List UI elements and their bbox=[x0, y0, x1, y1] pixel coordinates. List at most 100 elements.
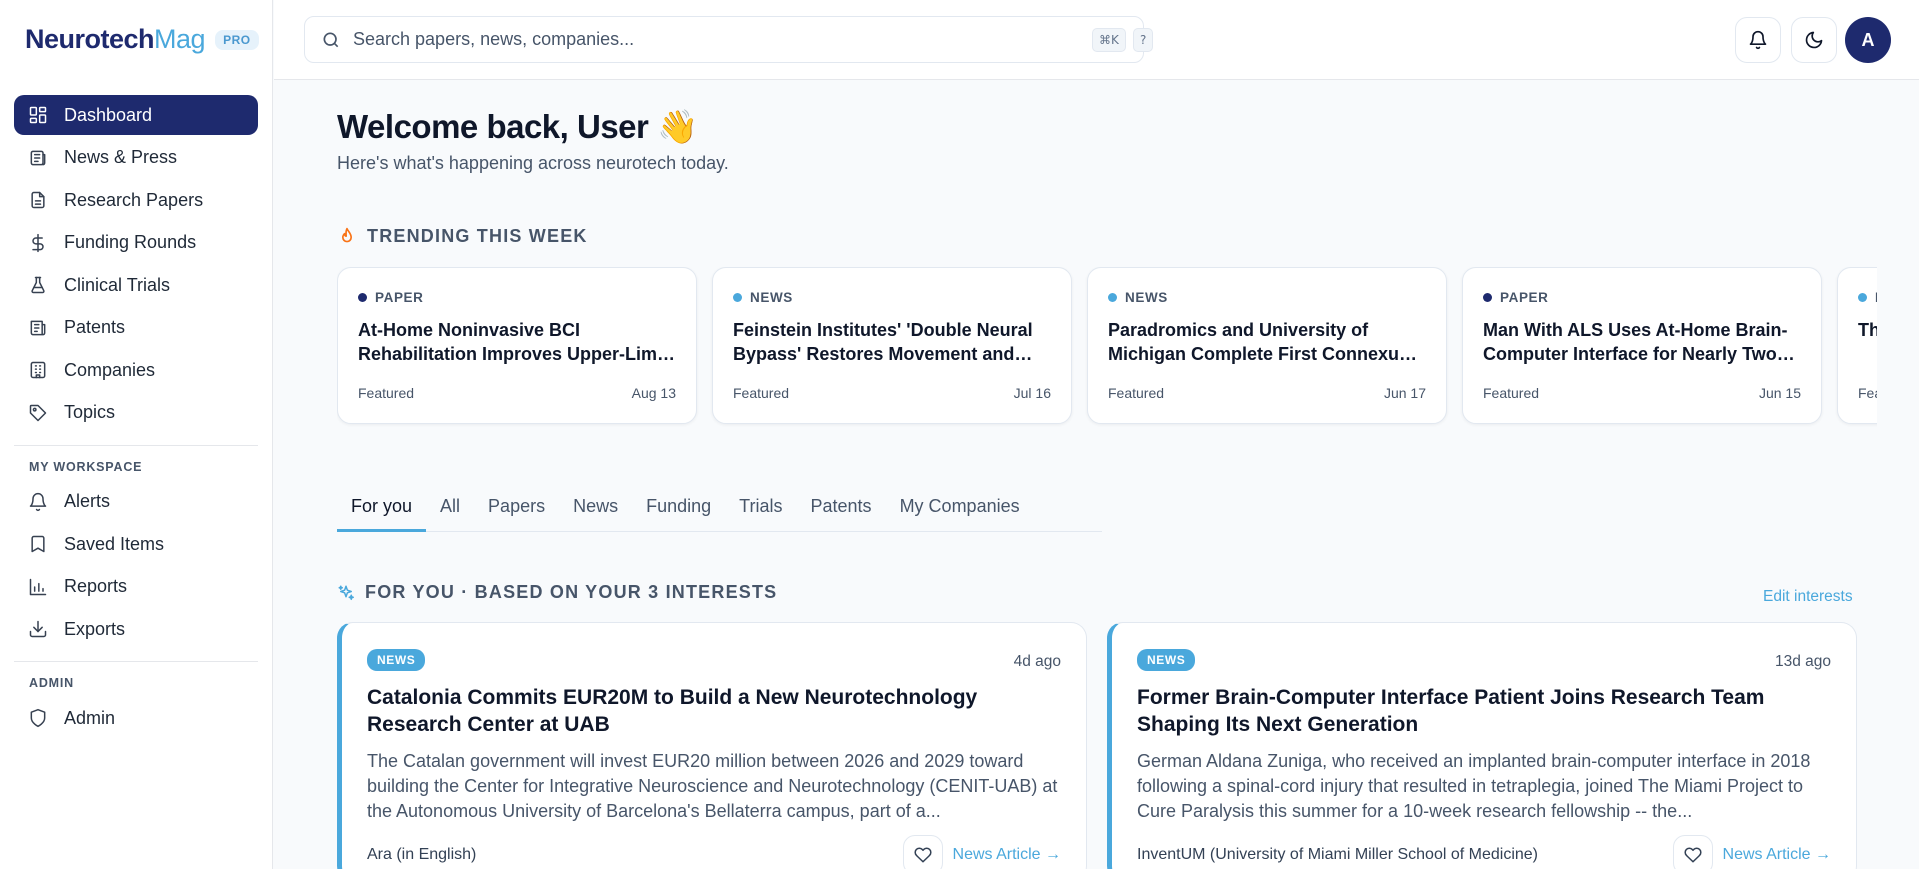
tab-trials[interactable]: Trials bbox=[725, 483, 796, 532]
moon-icon bbox=[1805, 31, 1823, 49]
card-title: Feinstein Institutes' 'Double Neural Byp… bbox=[733, 320, 1033, 364]
patent-icon bbox=[30, 320, 46, 335]
tab-all[interactable]: All bbox=[426, 483, 474, 532]
bookmark-icon bbox=[31, 535, 45, 553]
tab-my-companies[interactable]: My Companies bbox=[886, 483, 1034, 532]
for-you-header: FOR YOU · BASED ON YOUR 3 INTERESTS bbox=[337, 582, 777, 603]
card-type: PAPER bbox=[1483, 290, 1801, 305]
sidebar-item-label: News & Press bbox=[64, 147, 178, 167]
newspaper-icon bbox=[30, 150, 46, 165]
article-card[interactable]: NEWS 13d ago Former Brain-Computer Inter… bbox=[1107, 622, 1857, 869]
trending-card[interactable]: PAPER At-Home Noninvasive BCI Rehabilita… bbox=[337, 267, 697, 424]
for-you-title: FOR YOU · BASED ON YOUR 3 INTERESTS bbox=[365, 582, 778, 602]
card-tag: Featured bbox=[733, 385, 790, 401]
article-actions: News Article → bbox=[902, 835, 1061, 869]
tab-news[interactable]: News bbox=[559, 483, 632, 532]
trending-card[interactable]: PAPER Man With ALS Uses At-Home Brain-Co… bbox=[1462, 267, 1822, 424]
edit-interests-link[interactable]: Edit interests bbox=[1763, 588, 1853, 606]
sidebar-item-label: Alerts bbox=[64, 491, 111, 511]
sidebar-item-reports[interactable]: Reports bbox=[14, 567, 258, 607]
article-footer: Ara (in English) News Article → bbox=[367, 835, 1061, 869]
article-source: InventUM (University of Miami Miller Sch… bbox=[1137, 846, 1538, 863]
sidebar-item-alerts[interactable]: Alerts bbox=[14, 482, 258, 522]
sidebar-item-funding-rounds[interactable]: Funding Rounds bbox=[14, 223, 258, 263]
article-card[interactable]: NEWS 4d ago Catalonia Commits EUR20M to … bbox=[337, 622, 1087, 869]
card-tag: Featured bbox=[1108, 385, 1165, 401]
page-subtitle: Here's what's happening across neurotech… bbox=[337, 153, 729, 173]
sidebar-item-label: Saved Items bbox=[64, 533, 165, 554]
card-type: NEWS bbox=[733, 290, 1051, 305]
article-summary: German Aldana Zuniga, who received an im… bbox=[1137, 751, 1811, 821]
search-input[interactable] bbox=[353, 29, 1053, 50]
save-article-button[interactable] bbox=[1672, 835, 1713, 869]
article-title[interactable]: Former Brain-Computer Interface Patient … bbox=[1137, 684, 1831, 738]
news-dot-icon bbox=[733, 293, 742, 302]
sidebar-nav: Dashboard News & Press Research Papers F… bbox=[14, 95, 258, 741]
dollar-icon bbox=[32, 233, 44, 252]
help-key-hint[interactable]: ? bbox=[1133, 28, 1154, 52]
notifications-button[interactable] bbox=[1735, 17, 1781, 63]
card-type: NEWS bbox=[1108, 290, 1426, 305]
card-type: PAPER bbox=[358, 290, 676, 305]
sidebar-item-clinical-trials[interactable]: Clinical Trials bbox=[14, 265, 258, 305]
pro-badge: PRO bbox=[215, 29, 259, 50]
paper-dot-icon bbox=[358, 293, 367, 302]
sidebar-item-dashboard[interactable]: Dashboard bbox=[14, 95, 258, 135]
dashboard-icon bbox=[29, 106, 47, 124]
trending-carousel: PAPER At-Home Noninvasive BCI Rehabilita… bbox=[337, 267, 1877, 427]
tab-papers[interactable]: Papers bbox=[474, 483, 559, 532]
sidebar-item-saved-items[interactable]: Saved Items bbox=[14, 524, 258, 564]
sidebar-item-exports[interactable]: Exports bbox=[14, 609, 258, 649]
document-icon bbox=[31, 191, 45, 209]
news-badge: NEWS bbox=[367, 649, 426, 671]
search-bar[interactable]: ⌘K ? bbox=[304, 16, 1154, 63]
download-icon bbox=[29, 620, 47, 638]
heart-icon bbox=[1683, 847, 1702, 863]
sidebar-item-companies[interactable]: Companies bbox=[14, 350, 258, 390]
sidebar-item-news[interactable]: News & Press bbox=[14, 138, 258, 178]
sidebar-item-label: Topics bbox=[64, 402, 116, 422]
article-time: 13d ago bbox=[1774, 653, 1831, 670]
card-title: Paradromics and University of Michigan C… bbox=[1108, 320, 1410, 364]
search-icon bbox=[323, 32, 339, 47]
trending-card[interactable]: NEWS Paradromics and University of Michi… bbox=[1087, 267, 1447, 424]
brand-name: NeurotechMag bbox=[25, 24, 206, 54]
card-footer: Featured Jun 15 bbox=[1483, 385, 1801, 401]
page-title: Welcome back, User 👋 bbox=[337, 108, 698, 145]
save-article-button[interactable] bbox=[902, 835, 943, 869]
news-dot-icon bbox=[1858, 293, 1867, 302]
article-link[interactable]: News Article → bbox=[1723, 846, 1831, 864]
trending-card[interactable]: NEWS The Us Featured bbox=[1837, 267, 1877, 424]
sidebar-item-admin[interactable]: Admin bbox=[14, 698, 258, 738]
bar-chart-icon bbox=[29, 578, 47, 595]
card-date: Jun 15 bbox=[1758, 385, 1801, 401]
card-title: The Us bbox=[1858, 320, 1877, 340]
avatar[interactable]: A bbox=[1845, 17, 1891, 63]
flask-icon bbox=[31, 276, 45, 294]
brand-logo[interactable]: NeurotechMag PRO bbox=[25, 24, 259, 55]
tab-patents[interactable]: Patents bbox=[797, 483, 886, 532]
trending-header: TRENDING THIS WEEK bbox=[337, 226, 588, 247]
sidebar-item-patents[interactable]: Patents bbox=[14, 308, 258, 348]
sidebar-item-label: Research Papers bbox=[64, 189, 204, 210]
news-dot-icon bbox=[1108, 293, 1117, 302]
sidebar-item-research-papers[interactable]: Research Papers bbox=[14, 180, 258, 220]
sidebar-item-label: Exports bbox=[64, 618, 126, 639]
theme-toggle-button[interactable] bbox=[1791, 17, 1837, 63]
trending-card[interactable]: NEWS Feinstein Institutes' 'Double Neura… bbox=[712, 267, 1072, 424]
tab-for-you[interactable]: For you bbox=[337, 483, 427, 532]
sidebar-item-topics[interactable]: Topics bbox=[14, 393, 258, 433]
paper-dot-icon bbox=[1483, 293, 1492, 302]
sidebar-item-label: Patents bbox=[64, 317, 126, 337]
card-footer: Featured Aug 13 bbox=[358, 385, 676, 401]
sidebar-item-label: Companies bbox=[64, 359, 156, 380]
news-badge: NEWS bbox=[1137, 649, 1196, 671]
sidebar-item-label: Reports bbox=[64, 576, 128, 596]
sidebar-divider bbox=[14, 444, 258, 446]
tab-funding[interactable]: Funding bbox=[632, 483, 725, 532]
article-title[interactable]: Catalonia Commits EUR20M to Build a New … bbox=[367, 684, 1061, 738]
sidebar-divider bbox=[14, 661, 258, 662]
card-title: At-Home Noninvasive BCI Rehabilitation I… bbox=[358, 320, 669, 364]
article-link[interactable]: News Article → bbox=[953, 846, 1061, 864]
article-actions: News Article → bbox=[1672, 835, 1831, 869]
